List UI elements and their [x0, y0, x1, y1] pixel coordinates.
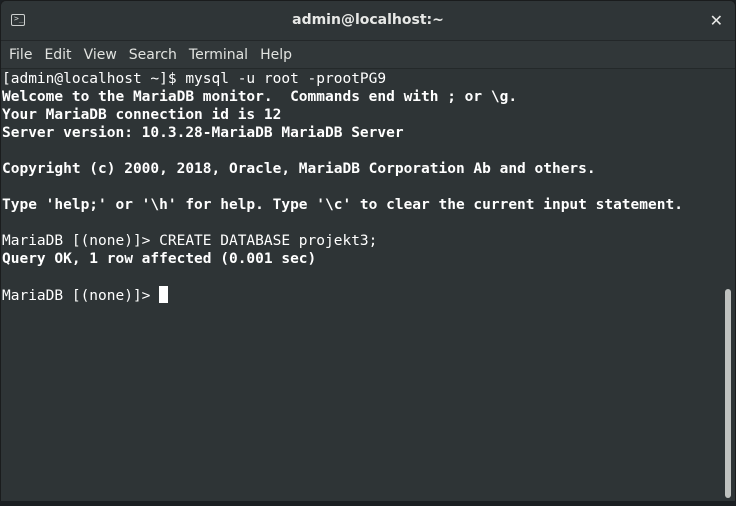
menu-file[interactable]: File [3, 41, 38, 69]
terminal-line: Welcome to the MariaDB monitor. Commands… [2, 89, 518, 105]
close-icon[interactable]: ✕ [710, 11, 723, 31]
terminal-line: Query OK, 1 row affected (0.001 sec) [2, 251, 317, 267]
menu-view[interactable]: View [78, 41, 123, 69]
terminal-window: >_ admin@localhost:~ ✕ File Edit View Se… [0, 0, 736, 506]
window-bottom-edge [0, 501, 736, 506]
terminal-line: MariaDB [(none)]> [2, 286, 169, 304]
menu-edit[interactable]: Edit [38, 41, 77, 69]
window-title: admin@localhost:~ [292, 12, 444, 28]
menu-bar: File Edit View Search Terminal Help [1, 41, 735, 69]
title-bar[interactable]: >_ admin@localhost:~ ✕ [1, 1, 735, 41]
vertical-scrollbar[interactable] [721, 70, 734, 502]
terminal-line: Your MariaDB connection id is 12 [2, 107, 282, 123]
terminal-line: Type 'help;' or '\h' for help. Type '\c'… [2, 197, 683, 213]
menu-search[interactable]: Search [123, 41, 183, 69]
terminal-line: Server version: 10.3.28-MariaDB MariaDB … [2, 125, 404, 141]
terminal-line: MariaDB [(none)]> CREATE DATABASE projek… [2, 233, 378, 249]
terminal-output[interactable]: [admin@localhost ~]$ mysql -u root -proo… [1, 70, 722, 502]
menu-help[interactable]: Help [254, 41, 298, 69]
terminal-line: [admin@localhost ~]$ mysql -u root -proo… [2, 71, 387, 87]
scrollbar-thumb[interactable] [725, 289, 731, 498]
menu-terminal[interactable]: Terminal [183, 41, 254, 69]
text-cursor [159, 286, 169, 303]
terminal-line: Copyright (c) 2000, 2018, Oracle, MariaD… [2, 161, 596, 177]
